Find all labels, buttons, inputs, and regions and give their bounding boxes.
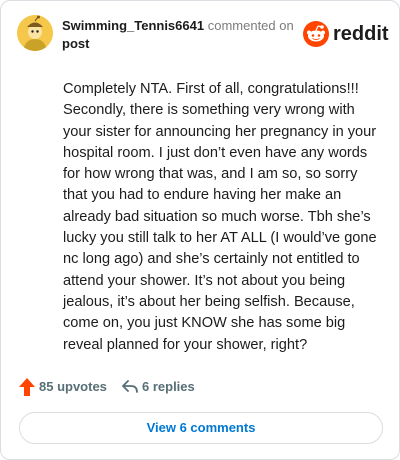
byline: Swimming_Tennis6641 commented on post xyxy=(62,17,302,53)
upvote-count: 85 upvotes xyxy=(39,379,107,394)
upvote-button[interactable]: 85 upvotes xyxy=(19,377,119,397)
reply-arrow-icon xyxy=(122,380,138,393)
post-link[interactable]: post xyxy=(62,36,89,51)
reddit-wordmark: reddit xyxy=(333,23,389,45)
byline-action-text: commented on xyxy=(207,18,294,33)
comment-header: Swimming_Tennis6641 commented on post re… xyxy=(17,15,389,55)
username[interactable]: Swimming_Tennis6641 xyxy=(62,18,204,33)
avatar[interactable] xyxy=(17,15,53,51)
reddit-logo[interactable]: reddit xyxy=(303,21,389,47)
comment-actions: 85 upvotes 6 replies xyxy=(19,377,379,397)
upvote-arrow-icon xyxy=(19,378,35,396)
replies-button[interactable]: 6 replies xyxy=(122,377,212,397)
reddit-snoo-icon xyxy=(303,21,329,47)
replies-count: 6 replies xyxy=(142,379,195,394)
view-comments-button[interactable]: View 6 comments xyxy=(19,412,383,444)
snoo-avatar-icon xyxy=(17,15,53,51)
comment-card: Swimming_Tennis6641 commented on post re… xyxy=(0,0,400,460)
comment-body: Completely NTA. First of all, congratula… xyxy=(63,81,377,353)
